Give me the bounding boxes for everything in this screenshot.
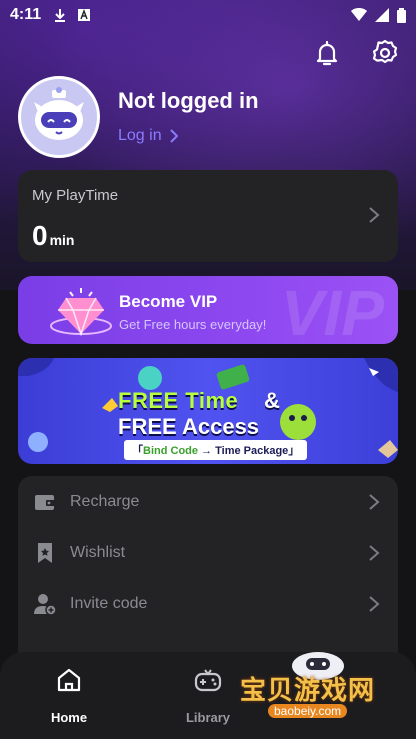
banner-ampersand: & bbox=[264, 388, 280, 413]
wallet-icon bbox=[35, 495, 55, 510]
robot-avatar-icon bbox=[34, 87, 84, 140]
site-watermark: 宝贝游戏网 baobeiy.com bbox=[240, 640, 400, 730]
vip-watermark: VIP bbox=[280, 277, 384, 344]
banner-pill-open: 「 bbox=[132, 445, 143, 457]
home-icon bbox=[57, 668, 81, 692]
playtime-value: 0 min bbox=[32, 220, 74, 252]
bell-icon[interactable] bbox=[312, 38, 342, 68]
playtime-label: My PlayTime bbox=[32, 187, 119, 204]
chevron-right-icon bbox=[369, 494, 380, 510]
chevron-right-icon bbox=[169, 129, 178, 143]
add-user-icon bbox=[34, 594, 56, 615]
menu-label-invite-code: Invite code bbox=[70, 595, 148, 612]
banner-pill-code: Bind Code bbox=[143, 445, 198, 457]
username: Not logged in bbox=[118, 88, 259, 113]
status-bar: 4:11 bbox=[0, 0, 416, 30]
nav-home-label: Home bbox=[50, 710, 88, 725]
login-label: Log in bbox=[118, 127, 162, 144]
playtime-unit: min bbox=[49, 232, 75, 248]
watermark-url: baobeiy.com bbox=[268, 704, 348, 718]
bookmark-icon bbox=[38, 543, 52, 563]
vip-card[interactable]: VIP Become VIP Get Free hours everyday! bbox=[18, 276, 398, 344]
avatar[interactable] bbox=[18, 76, 100, 158]
gear-icon[interactable] bbox=[370, 38, 400, 68]
diamond-icon bbox=[50, 288, 112, 337]
nav-library-label: Library bbox=[185, 710, 231, 725]
nav-library[interactable]: Library bbox=[168, 666, 248, 725]
menu-label-wishlist: Wishlist bbox=[70, 544, 126, 561]
banner-line2: FREE Access bbox=[118, 414, 260, 439]
download-icon bbox=[55, 9, 66, 22]
gamepad-icon bbox=[194, 669, 222, 692]
vip-title: Become VIP bbox=[119, 292, 218, 311]
menu-label-recharge: Recharge bbox=[70, 493, 140, 510]
chevron-right-icon bbox=[369, 596, 380, 612]
menu-item-recharge[interactable]: Recharge bbox=[18, 477, 398, 527]
login-link[interactable]: Log in bbox=[118, 127, 178, 145]
watermark-text: 宝贝游戏网 bbox=[240, 675, 376, 705]
menu-item-invite-code[interactable]: Invite code bbox=[18, 579, 398, 629]
vip-subtitle: Get Free hours everyday! bbox=[119, 317, 267, 332]
signal-icon bbox=[375, 8, 389, 22]
menu-item-wishlist[interactable]: Wishlist bbox=[18, 528, 398, 578]
banner-pill-package: Time Package bbox=[215, 445, 289, 457]
playtime-number: 0 bbox=[32, 220, 48, 251]
app-notification-icon bbox=[78, 9, 91, 21]
wifi-icon bbox=[351, 8, 367, 21]
status-time: 4:11 bbox=[10, 6, 42, 23]
battery-icon bbox=[397, 7, 406, 23]
chevron-right-icon bbox=[369, 545, 380, 561]
playtime-card[interactable]: My PlayTime 0 min bbox=[18, 170, 398, 262]
banner-pill-arrow: → bbox=[198, 445, 216, 457]
banner-pill: 「Bind Code → Time Package」 bbox=[124, 440, 308, 460]
promo-banner[interactable]: FREE Time & FREE Access 「Bind Code → Tim… bbox=[18, 358, 398, 464]
chevron-right-icon bbox=[369, 207, 380, 223]
nav-home[interactable]: Home bbox=[29, 666, 109, 725]
header-actions bbox=[312, 38, 400, 68]
banner-line1: FREE Time bbox=[118, 388, 239, 413]
banner-pill-close: 」 bbox=[288, 445, 300, 457]
